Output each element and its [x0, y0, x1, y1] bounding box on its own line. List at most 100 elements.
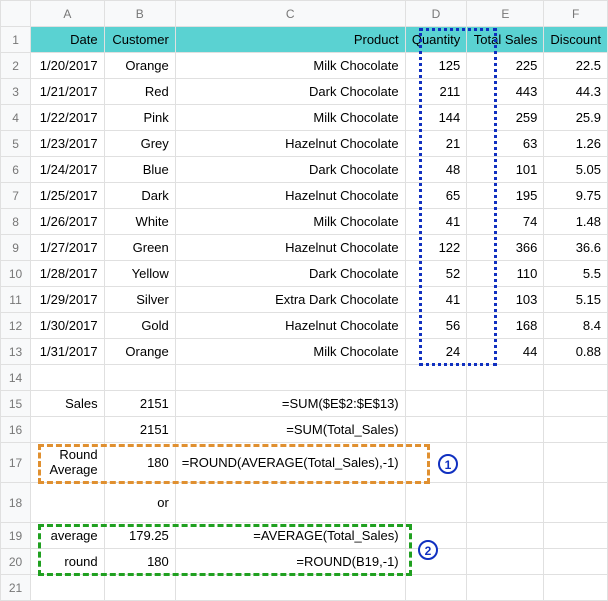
row-header[interactable]: 19 — [1, 523, 31, 549]
cell[interactable]: Silver — [104, 287, 175, 313]
cell[interactable] — [405, 549, 467, 575]
cell[interactable] — [405, 365, 467, 391]
col-header-B[interactable]: B — [104, 1, 175, 27]
row-header[interactable]: 15 — [1, 391, 31, 417]
cell[interactable]: 41 — [405, 209, 467, 235]
cell[interactable]: Extra Dark Chocolate — [175, 287, 405, 313]
cell[interactable]: 5.15 — [544, 287, 608, 313]
cell[interactable]: Dark Chocolate — [175, 157, 405, 183]
cell[interactable] — [544, 443, 608, 483]
cell[interactable] — [405, 483, 467, 523]
cell[interactable]: 1/30/2017 — [31, 313, 105, 339]
cell[interactable] — [544, 417, 608, 443]
corner-cell[interactable] — [1, 1, 31, 27]
cell-formula[interactable]: =ROUND(AVERAGE(Total_Sales),-1) — [175, 443, 405, 483]
cell[interactable]: Orange — [104, 53, 175, 79]
cell[interactable]: 195 — [467, 183, 544, 209]
cell[interactable]: 110 — [467, 261, 544, 287]
cell[interactable]: 225 — [467, 53, 544, 79]
cell[interactable]: 1/20/2017 — [31, 53, 105, 79]
cell[interactable]: 36.6 — [544, 235, 608, 261]
cell[interactable]: 2151 — [104, 417, 175, 443]
row-header-1[interactable]: 1 — [1, 27, 31, 53]
row-header[interactable]: 14 — [1, 365, 31, 391]
cell[interactable]: Customer — [104, 27, 175, 53]
cell[interactable]: 56 — [405, 313, 467, 339]
cell[interactable]: 65 — [405, 183, 467, 209]
cell[interactable]: 122 — [405, 235, 467, 261]
cell[interactable]: Total Sales — [467, 27, 544, 53]
cell[interactable]: 8.4 — [544, 313, 608, 339]
cell[interactable] — [467, 417, 544, 443]
cell[interactable]: 1/24/2017 — [31, 157, 105, 183]
cell[interactable] — [405, 575, 467, 601]
row-header[interactable]: 18 — [1, 483, 31, 523]
col-header-E[interactable]: E — [467, 1, 544, 27]
cell[interactable]: Hazelnut Chocolate — [175, 235, 405, 261]
row-header[interactable]: 11 — [1, 287, 31, 313]
cell[interactable]: 179.25 — [104, 523, 175, 549]
cell[interactable] — [405, 417, 467, 443]
cell[interactable] — [467, 483, 544, 523]
cell[interactable]: Sales — [31, 391, 105, 417]
cell[interactable] — [467, 365, 544, 391]
cell[interactable]: 74 — [467, 209, 544, 235]
cell[interactable] — [31, 365, 105, 391]
cell-formula[interactable]: =AVERAGE(Total_Sales) — [175, 523, 405, 549]
cell[interactable]: Blue — [104, 157, 175, 183]
cell[interactable] — [544, 523, 608, 549]
cell[interactable]: 22.5 — [544, 53, 608, 79]
cell[interactable]: 0.88 — [544, 339, 608, 365]
cell[interactable]: 443 — [467, 79, 544, 105]
cell[interactable]: Milk Chocolate — [175, 339, 405, 365]
cell[interactable]: 125 — [405, 53, 467, 79]
cell[interactable]: 144 — [405, 105, 467, 131]
cell[interactable]: White — [104, 209, 175, 235]
cell[interactable]: 366 — [467, 235, 544, 261]
cell[interactable]: 1.48 — [544, 209, 608, 235]
cell[interactable]: Pink — [104, 105, 175, 131]
cell[interactable]: 9.75 — [544, 183, 608, 209]
cell[interactable]: Quantity — [405, 27, 467, 53]
cell[interactable] — [104, 365, 175, 391]
cell[interactable]: 1/29/2017 — [31, 287, 105, 313]
cell[interactable]: 63 — [467, 131, 544, 157]
cell[interactable]: 5.05 — [544, 157, 608, 183]
cell[interactable]: Red — [104, 79, 175, 105]
cell[interactable] — [467, 549, 544, 575]
cell[interactable]: Orange — [104, 339, 175, 365]
cell[interactable]: 103 — [467, 287, 544, 313]
cell-formula[interactable]: =ROUND(B19,-1) — [175, 549, 405, 575]
cell[interactable]: Yellow — [104, 261, 175, 287]
cell[interactable]: 1/25/2017 — [31, 183, 105, 209]
cell[interactable]: 2151 — [104, 391, 175, 417]
row-header[interactable]: 2 — [1, 53, 31, 79]
cell[interactable]: Dark Chocolate — [175, 79, 405, 105]
cell[interactable]: 21 — [405, 131, 467, 157]
cell[interactable] — [405, 523, 467, 549]
cell[interactable] — [544, 391, 608, 417]
cell[interactable]: 25.9 — [544, 105, 608, 131]
cell[interactable]: Hazelnut Chocolate — [175, 183, 405, 209]
row-header[interactable]: 17 — [1, 443, 31, 483]
cell[interactable]: Discount — [544, 27, 608, 53]
cell[interactable]: Green — [104, 235, 175, 261]
cell[interactable]: 1/21/2017 — [31, 79, 105, 105]
row-header[interactable]: 20 — [1, 549, 31, 575]
cell[interactable]: 211 — [405, 79, 467, 105]
cell[interactable]: 1/28/2017 — [31, 261, 105, 287]
cell[interactable]: Dark Chocolate — [175, 261, 405, 287]
cell[interactable] — [467, 443, 544, 483]
cell[interactable] — [544, 483, 608, 523]
row-header[interactable]: 4 — [1, 105, 31, 131]
cell[interactable]: or — [104, 483, 175, 523]
cell[interactable]: 48 — [405, 157, 467, 183]
cell[interactable]: 1/23/2017 — [31, 131, 105, 157]
cell[interactable] — [31, 417, 105, 443]
cell[interactable] — [467, 523, 544, 549]
cell[interactable]: Hazelnut Chocolate — [175, 313, 405, 339]
cell[interactable] — [31, 483, 105, 523]
cell-formula[interactable]: =SUM($E$2:$E$13) — [175, 391, 405, 417]
row-header[interactable]: 8 — [1, 209, 31, 235]
cell[interactable]: 5.5 — [544, 261, 608, 287]
